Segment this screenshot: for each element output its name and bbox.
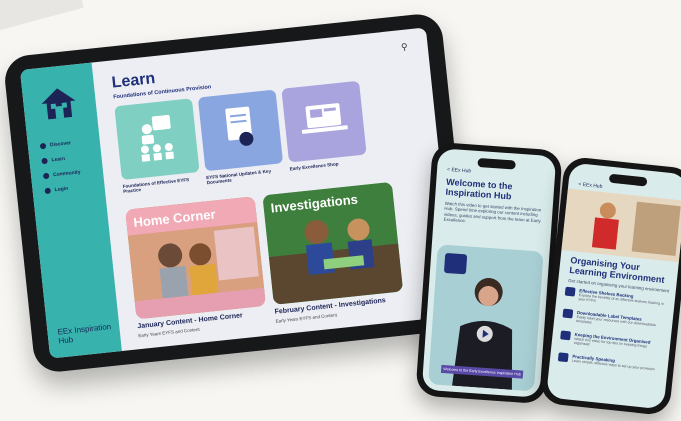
feature-investigations[interactable]: Investigations xyxy=(262,181,404,305)
page-title: Learn xyxy=(110,70,157,92)
download-icon xyxy=(562,308,574,319)
podcast-icon xyxy=(557,352,569,363)
list-item[interactable]: Keeping the Environment Organised Watch … xyxy=(560,330,663,354)
phone-notch xyxy=(477,157,516,170)
sidebar-item-label: Learn xyxy=(51,155,66,164)
child-photo xyxy=(561,188,681,263)
sidebar-item-learn[interactable]: Learn xyxy=(41,151,80,167)
list-item-text: Downloadable Label Templates Easily labe… xyxy=(576,310,665,333)
back-link[interactable]: < EEx Hub xyxy=(578,181,603,189)
phone-notch xyxy=(608,173,648,187)
tablet-screen: Discover Learn Community Login EEx Inspi… xyxy=(19,27,457,359)
brand-name: EEx Inspiration Hub xyxy=(57,322,112,346)
discover-icon xyxy=(39,142,47,150)
document-icon xyxy=(225,106,254,146)
laptop-icon xyxy=(301,103,348,134)
sidebar-item-login[interactable]: Login xyxy=(44,181,83,197)
list-item-text: Practically Speaking Learn simple, effec… xyxy=(572,354,656,372)
login-icon xyxy=(44,187,52,195)
back-link[interactable]: < EEx Hub xyxy=(447,167,471,175)
sidebar-nav: Discover Learn Community Login xyxy=(39,137,83,201)
feature-home-corner[interactable]: Home Corner xyxy=(125,196,266,320)
home-logo-icon[interactable] xyxy=(38,84,79,122)
main-content: Learn Foundations of Continuous Provisio… xyxy=(92,27,456,351)
card-shop[interactable] xyxy=(281,80,367,163)
sidebar-item-label: Community xyxy=(52,169,81,179)
community-icon xyxy=(42,172,50,180)
welcome-video[interactable]: Welcome to the Early Excellence Inspirat… xyxy=(428,244,544,392)
sidebar-item-label: Discover xyxy=(49,140,72,149)
sidebar-item-label: Login xyxy=(54,185,69,194)
home-corner-photo xyxy=(127,222,266,320)
phone-title: Welcome to the Inspiration Hub xyxy=(445,176,513,202)
list-item[interactable]: Downloadable Label Templates Easily labe… xyxy=(562,308,665,333)
feature-header-text: Investigations xyxy=(269,191,359,216)
list-item-text: Keeping the Environment Organised Watch … xyxy=(574,332,663,355)
phone-screen: < EEx Hub Welcome to the Inspiration Hub… xyxy=(421,148,557,398)
sidebar-item-community[interactable]: Community xyxy=(42,166,82,182)
tablet-device: Discover Learn Community Login EEx Inspi… xyxy=(2,11,474,375)
learn-icon xyxy=(41,157,48,165)
phone-welcome: < EEx Hub Welcome to the Inspiration Hub… xyxy=(415,141,563,405)
card-effective-practice[interactable] xyxy=(114,98,200,181)
play-icon xyxy=(482,329,490,339)
video-icon xyxy=(560,330,571,341)
video-icon xyxy=(564,286,576,297)
sidebar-item-discover[interactable]: Discover xyxy=(39,137,78,153)
people-board-icon xyxy=(140,114,175,162)
phone-organising: < EEx Hub Organising Your Learning Envir… xyxy=(539,155,681,417)
search-icon[interactable]: ⚲ xyxy=(401,41,409,53)
list-item[interactable]: Practically Speaking Learn simple, effec… xyxy=(557,352,660,372)
phone-intro: Watch this video to get started with the… xyxy=(443,200,542,224)
background-shape xyxy=(0,0,84,31)
card-national-updates[interactable] xyxy=(197,89,284,172)
phone-screen: < EEx Hub Organising Your Learning Envir… xyxy=(545,162,681,410)
